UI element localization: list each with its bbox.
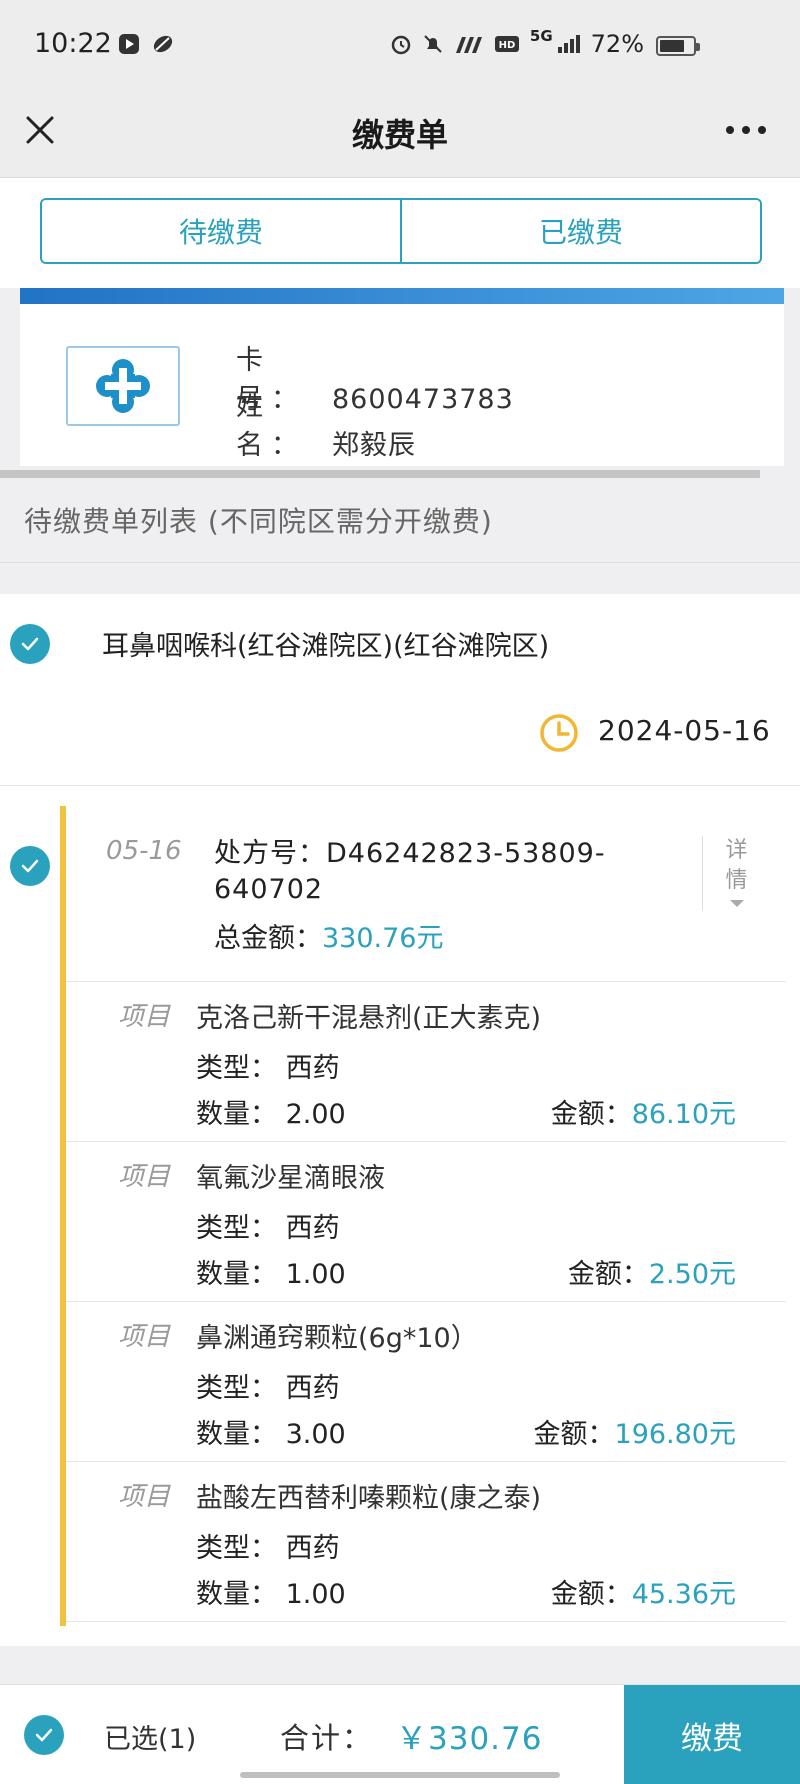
sum-value: ￥330.76: [396, 1721, 543, 1757]
pending-list-title: 待缴费单列表 (不同院区需分开缴费): [24, 505, 493, 538]
list-item: 项目 氧氟沙星滴眼液 类型： 西药 数量： 1.00 金额：2.50元: [66, 1142, 786, 1302]
prescription-card: 05-16 处方号：D46242823-53809-640702 总金额：330…: [60, 806, 786, 1626]
item-amount-row: 金额：2.50元: [568, 1252, 736, 1291]
tab-paid[interactable]: 已缴费: [400, 200, 760, 262]
battery-percent: 72%: [590, 30, 644, 58]
item-amount-label: 金额：: [567, 1259, 649, 1290]
cell-signal-icon: [557, 35, 580, 53]
department-date: 2024-05-16: [598, 714, 771, 747]
department-checkbox[interactable]: [10, 624, 50, 664]
detail-label-2: 情: [725, 868, 748, 893]
detail-button[interactable]: 详 情: [702, 836, 762, 910]
media-play-icon: [119, 34, 139, 54]
item-amount: 196.80元: [614, 1419, 736, 1450]
prescription-section: 05-16 处方号：D46242823-53809-640702 总金额：330…: [0, 786, 800, 1646]
list-item: 项目 鼻渊通窍颗粒(6g*10） 类型： 西药 数量： 3.00 金额：196.…: [66, 1302, 786, 1462]
check-icon: [35, 1728, 53, 1742]
item-tag: 项目: [118, 1482, 171, 1512]
detail-label-1: 详: [725, 838, 748, 863]
prescription-number-label: 处方号：: [214, 838, 326, 869]
item-amount-label: 金额：: [550, 1099, 632, 1130]
clock-icon: [540, 714, 578, 752]
item-amount-label: 金额：: [550, 1579, 632, 1610]
check-icon: [21, 859, 39, 873]
status-right: HD 5G 72%: [390, 27, 696, 58]
svg-text:HD: HD: [499, 40, 516, 51]
department-group[interactable]: 耳鼻咽喉科(红谷滩院区)(红谷滩院区) 2024-05-16: [0, 594, 800, 786]
mute-bell-icon: [424, 35, 442, 53]
more-options-icon[interactable]: [726, 126, 766, 134]
caret-down-icon: [729, 900, 744, 907]
patient-card: 卡 号： 8600473783 姓 名： 郑毅辰: [20, 288, 784, 466]
item-amount-row: 金额：45.36元: [551, 1572, 736, 1611]
item-name: 盐酸左西替利嗪颗粒(康之泰): [196, 1483, 542, 1514]
prescription-total-row: 总金额：330.76元: [214, 916, 443, 955]
hd-icon: HD: [494, 36, 519, 52]
item-quantity: 数量： 3.00: [196, 1419, 346, 1450]
item-amount-row: 金额：86.10元: [551, 1092, 736, 1131]
prescription-total-label: 总金额：: [214, 923, 322, 954]
signal-bars-icon: [455, 37, 482, 53]
tab-bar: 待缴费 已缴费: [40, 198, 762, 264]
patient-name-row: 姓 名： 郑毅辰: [236, 384, 416, 462]
item-name: 克洛己新干混悬剂(正大素克): [196, 1003, 542, 1034]
item-amount-row: 金额：196.80元: [534, 1412, 736, 1451]
status-bar: 10:22 HD 5G 72%: [0, 0, 800, 92]
item-amount-label: 金额：: [533, 1419, 615, 1450]
check-icon: [21, 637, 39, 651]
status-time: 10:22: [34, 28, 112, 59]
item-type: 类型： 西药: [196, 1533, 340, 1564]
tab-pending[interactable]: 待缴费: [42, 200, 400, 262]
title-bar: 缴费单: [0, 92, 800, 178]
item-quantity: 数量： 1.00: [196, 1579, 346, 1610]
list-item: 项目 盐酸左西替利嗪颗粒(康之泰) 类型： 西药 数量： 1.00 金额：45.…: [66, 1462, 786, 1622]
card-accent-bar: [20, 288, 784, 304]
status-left-icons: [118, 33, 174, 55]
pay-button[interactable]: 缴费: [624, 1685, 800, 1784]
medical-cross-icon: [96, 359, 150, 413]
selected-count: 已选(1): [104, 1724, 197, 1755]
item-amount: 45.36元: [631, 1579, 736, 1610]
item-quantity: 数量： 1.00: [196, 1259, 346, 1290]
item-tag: 项目: [118, 1162, 171, 1192]
prescription-number-row: 处方号：D46242823-53809-640702: [214, 836, 614, 908]
prescription-checkbox[interactable]: [10, 846, 50, 886]
card-divider: [0, 470, 760, 478]
select-all-checkbox[interactable]: [24, 1715, 64, 1755]
department-name: 耳鼻咽喉科(红谷滩院区)(红谷滩院区): [102, 631, 550, 662]
battery-icon: [656, 36, 700, 56]
home-indicator[interactable]: [240, 1772, 560, 1778]
item-type: 类型： 西药: [196, 1373, 340, 1404]
item-name: 鼻渊通窍颗粒(6g*10）: [196, 1323, 478, 1354]
app-leaf-icon: [153, 35, 173, 53]
prescription-header: 05-16 处方号：D46242823-53809-640702 总金额：330…: [66, 806, 786, 982]
item-name: 氧氟沙星滴眼液: [196, 1163, 385, 1194]
item-amount: 86.10元: [631, 1099, 736, 1130]
page-title: 缴费单: [351, 116, 448, 154]
divider: [0, 562, 800, 563]
item-tag: 项目: [118, 1322, 171, 1352]
item-type: 类型： 西药: [196, 1213, 340, 1244]
hospital-logo: [66, 346, 180, 426]
item-quantity: 数量： 2.00: [196, 1099, 346, 1130]
sum-label: 合计：: [280, 1721, 374, 1755]
alarm-icon: [391, 35, 411, 55]
item-amount: 2.50元: [648, 1259, 736, 1290]
network-type: 5G: [529, 27, 553, 45]
item-type: 类型： 西药: [196, 1053, 340, 1084]
list-item: 项目 克洛己新干混悬剂(正大素克) 类型： 西药 数量： 2.00 金额：86.…: [66, 982, 786, 1142]
prescription-total: 330.76元: [322, 923, 444, 954]
patient-name: 郑毅辰: [332, 430, 416, 461]
bottom-bar: 已选(1) 合计： ￥330.76 缴费: [0, 1684, 800, 1784]
item-tag: 项目: [118, 1002, 171, 1032]
prescription-date: 05-16: [106, 836, 182, 866]
patient-name-label: 姓 名：: [236, 391, 306, 461]
